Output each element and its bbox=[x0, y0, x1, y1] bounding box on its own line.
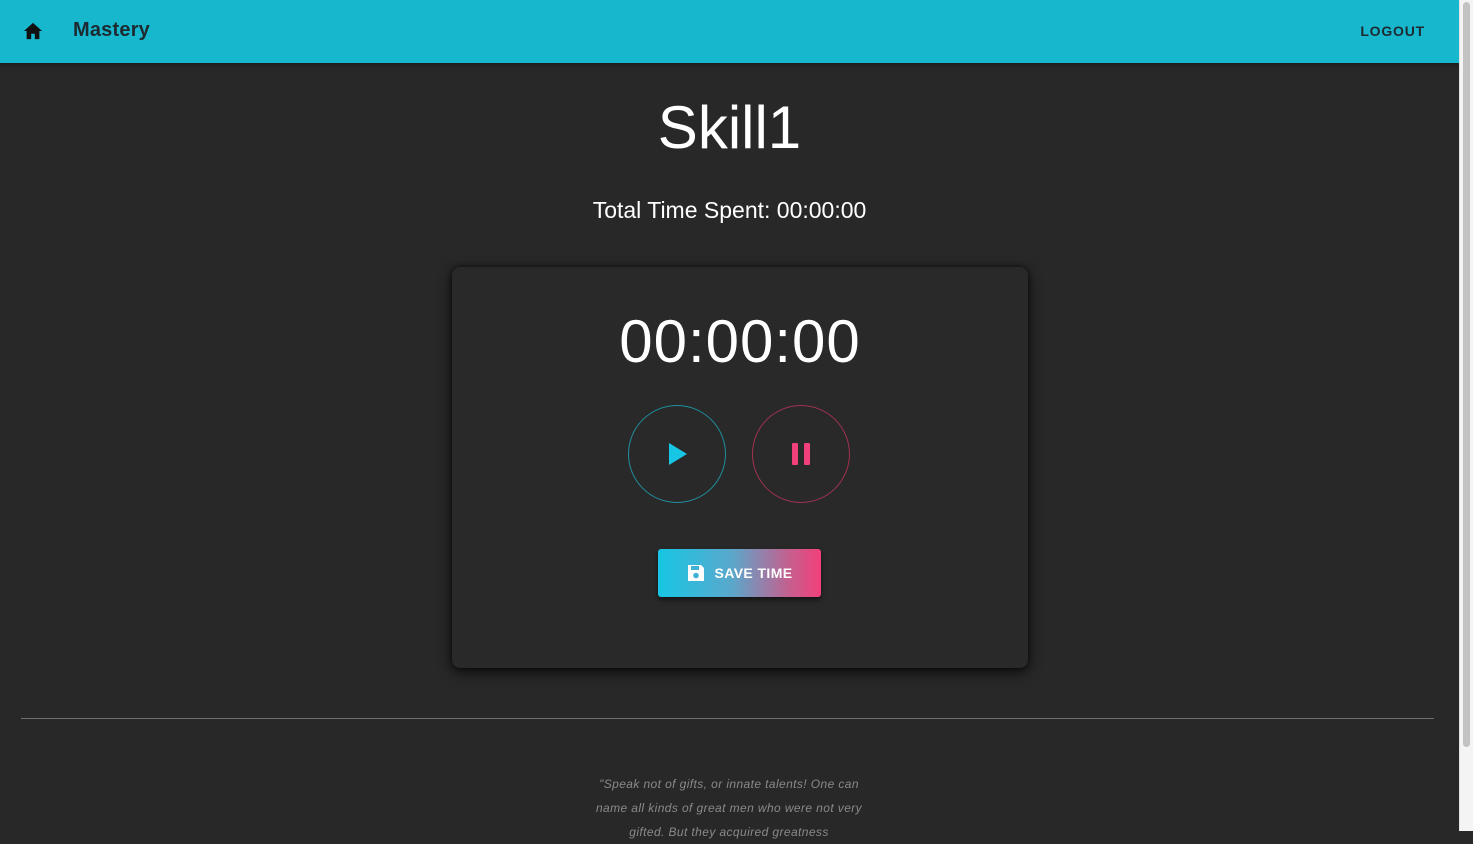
scrollbar[interactable] bbox=[1459, 0, 1473, 831]
home-icon bbox=[23, 22, 43, 40]
save-time-button[interactable]: SAVE TIME bbox=[658, 549, 821, 597]
brand-title[interactable]: Mastery bbox=[73, 19, 150, 42]
save-icon bbox=[688, 565, 705, 581]
play-icon bbox=[669, 443, 687, 465]
home-button[interactable] bbox=[19, 17, 47, 45]
divider bbox=[21, 718, 1434, 719]
pause-button[interactable] bbox=[752, 405, 850, 503]
save-time-label: SAVE TIME bbox=[714, 565, 793, 581]
app-bar: Mastery LOGOUT bbox=[0, 0, 1459, 63]
timer-display: 00:00:00 bbox=[619, 308, 861, 375]
play-button[interactable] bbox=[628, 405, 726, 503]
scrollbar-thumb[interactable] bbox=[1463, 2, 1470, 747]
footer-quote: "Speak not of gifts, or innate talents! … bbox=[595, 777, 863, 839]
timer-card: 00:00:00 SAVE TIME bbox=[452, 267, 1028, 668]
total-time-spent: Total Time Spent: 00:00:00 bbox=[592, 197, 867, 223]
logout-button[interactable]: LOGOUT bbox=[1360, 23, 1425, 39]
skill-title: Skill1 bbox=[657, 94, 802, 161]
pause-icon bbox=[792, 443, 810, 465]
